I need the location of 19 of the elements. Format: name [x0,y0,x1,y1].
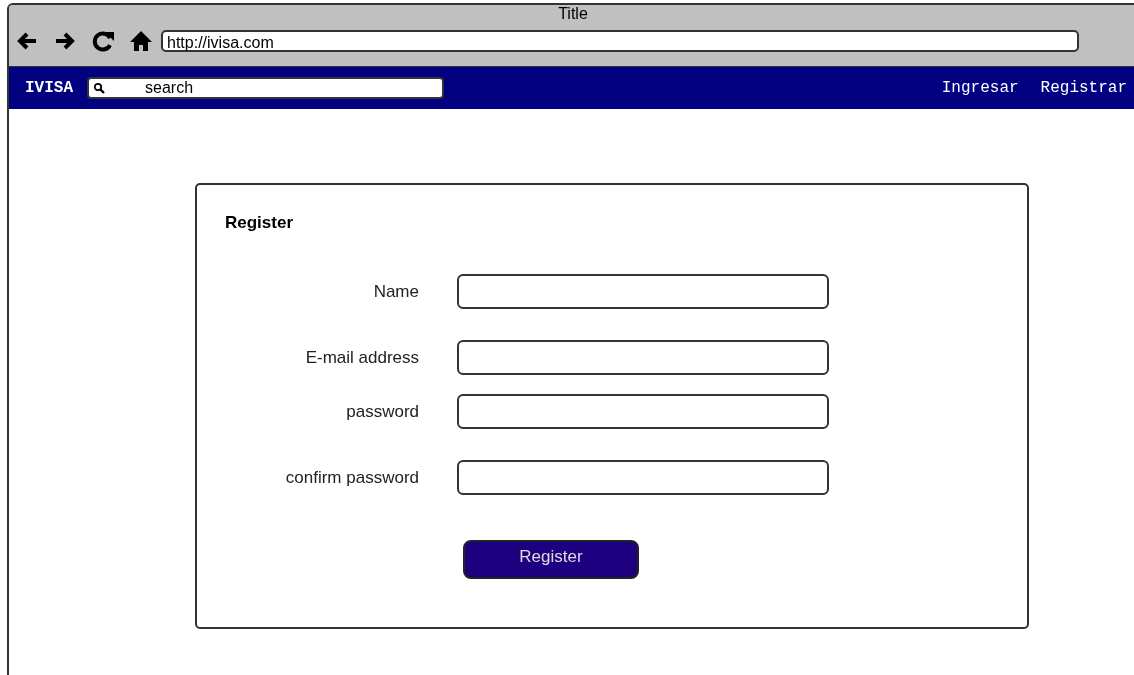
address-field[interactable]: http://ivisa.com [161,30,1079,52]
field-label: Name [372,281,419,302]
field-label: E-mail address [304,347,419,368]
input-field[interactable] [457,340,829,375]
reload-icon[interactable] [91,29,115,53]
input-field[interactable] [457,460,829,495]
input-field[interactable] [457,274,829,309]
form-title: Register [225,213,295,233]
register-button[interactable]: Register [463,540,639,579]
search-icon [93,82,105,94]
site-logo[interactable]: IVISA [25,79,73,97]
field-label: confirm password [284,467,419,488]
input-field[interactable] [457,394,829,429]
home-icon[interactable] [129,29,153,53]
nav-link[interactable]: Registrar [1040,79,1127,97]
window-title: Title [557,5,589,24]
nav-link[interactable]: Ingresar [941,79,1019,97]
search-field[interactable]: search [87,77,444,99]
field-label: password [345,401,419,422]
